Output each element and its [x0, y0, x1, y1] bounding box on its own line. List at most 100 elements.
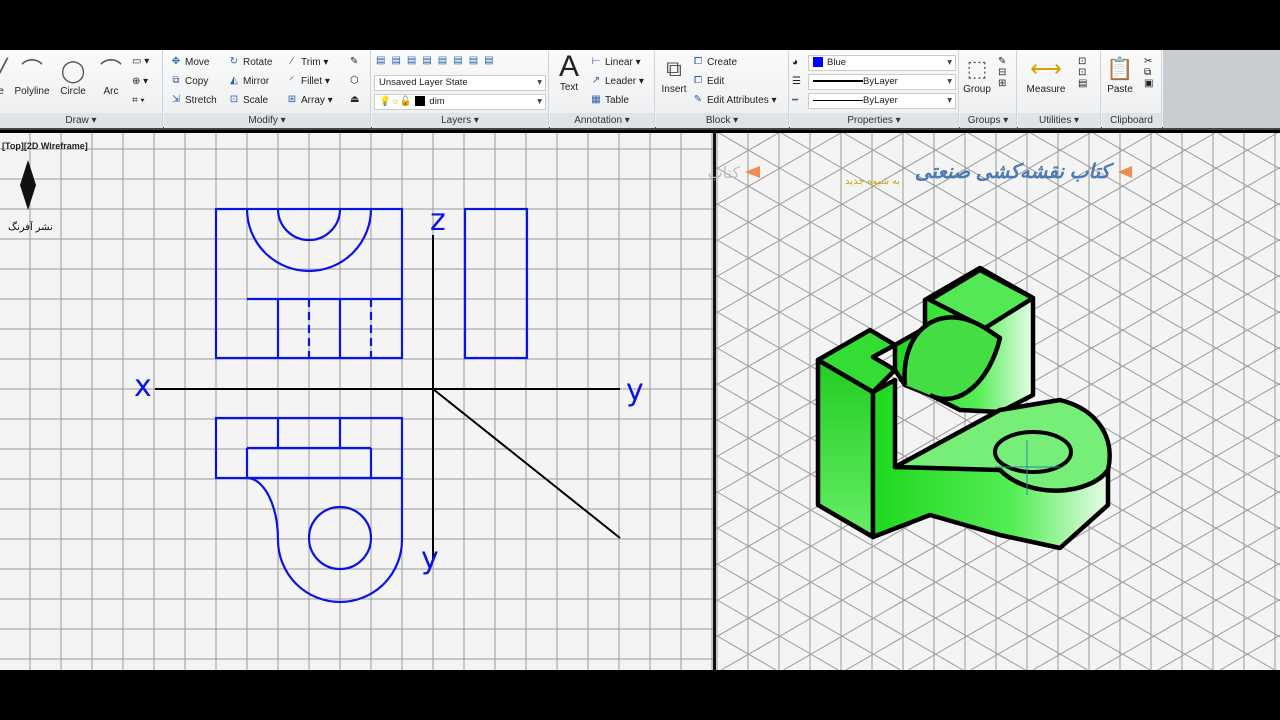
axis-label-y-right: y	[626, 373, 644, 408]
offset-icon[interactable]: ⏏	[350, 94, 359, 105]
rotate-icon: ↻	[229, 56, 239, 67]
erase-icon[interactable]: ✎	[350, 56, 358, 67]
utility-tools[interactable]: ⊡ ⊡ ▤	[1078, 56, 1087, 89]
utilities-panel-title[interactable]: Utilities ▾	[1018, 113, 1100, 128]
bulb-icon: 💡	[379, 96, 391, 107]
hatch-button[interactable]: ⊕ ▾	[132, 76, 148, 87]
watermark-title: کتاب نقشه‌کشی صنعتی	[915, 161, 1115, 183]
trim-button[interactable]: ⁄ Trim ▾	[286, 56, 328, 68]
axis-label-y-bottom: y	[421, 541, 439, 576]
left-viewport[interactable]	[0, 133, 713, 670]
layer-state-dropdown[interactable]: Unsaved Layer State	[374, 75, 546, 91]
arc-button[interactable]: ⌒ Arc	[94, 56, 128, 97]
modify-panel-title[interactable]: Modify ▾	[164, 113, 370, 128]
move-button[interactable]: ✥ Move	[170, 56, 210, 68]
polyline-icon: ⌒	[20, 58, 43, 83]
fillet-icon: ◜	[290, 75, 294, 86]
edit-block-button[interactable]: ⧠ Edit	[692, 75, 724, 87]
edit-icon: ⧠	[694, 75, 702, 86]
lineweight-icon: ☰	[792, 76, 801, 87]
polyline-button[interactable]: ⌒ Polyline	[12, 56, 52, 97]
stretch-icon: ⇲	[171, 94, 181, 105]
rotate-button[interactable]: ↻ Rotate	[228, 56, 273, 68]
group-icon: ⬚	[966, 56, 988, 81]
draw-panel: ╱ e ⌒ Polyline ◯ Circle ⌒ Arc ▭ ▾ ⊕ ▾ ⌗ ▾ Dr…	[0, 50, 163, 128]
measure-icon: ⟷	[1030, 56, 1062, 81]
scale-button[interactable]: ⊡ Scale	[228, 94, 268, 106]
measure-button[interactable]: ⟷ Measure	[1024, 54, 1068, 95]
insert-icon: ⧉	[666, 56, 682, 81]
linear-icon: ⊢	[591, 56, 601, 67]
linear-button[interactable]: ⊢ Linear ▾	[590, 56, 641, 68]
mirror-icon: ◭	[230, 75, 238, 86]
draw-panel-title[interactable]: Draw ▾	[0, 113, 162, 128]
axis-label-z: z	[430, 203, 446, 238]
group-button[interactable]: ⬚ Group	[961, 54, 993, 95]
text-button[interactable]: A Text	[554, 50, 584, 94]
layers-panel: ▤▤▤▤▤▤▤▤ Unsaved Layer State 💡☼🔓dim Laye…	[372, 50, 549, 128]
lock-icon: 🔓	[399, 96, 412, 107]
block-panel-title[interactable]: Block ▾	[656, 113, 788, 128]
scale-icon: ⊡	[229, 94, 239, 105]
ribbon: ╱ e ⌒ Polyline ◯ Circle ⌒ Arc ▭ ▾ ⊕ ▾ ⌗ ▾ Dr…	[0, 50, 1280, 130]
create-block-button[interactable]: ⧠ Create	[692, 56, 737, 68]
create-icon: ⧠	[694, 56, 702, 67]
svg-text:کتاب: کتاب	[708, 165, 741, 182]
edit-attributes-button[interactable]: ✎ Edit Attributes ▾	[692, 94, 777, 106]
layers-panel-title[interactable]: Layers ▾	[372, 113, 548, 128]
svg-text:نشر آفرنگ: نشر آفرنگ	[8, 220, 53, 233]
move-icon: ✥	[171, 56, 181, 67]
leader-icon: ↗	[591, 75, 601, 86]
clipboard-panel: 📋 Paste ✂ ⧉ ▣ Clipboard	[1102, 50, 1162, 128]
circle-icon: ◯	[60, 58, 86, 83]
groups-panel-title[interactable]: Groups ▾	[960, 113, 1016, 128]
annotation-panel: A Text ⊢ Linear ▾ ↗ Leader ▾ ▦ Table Annotat…	[550, 50, 655, 128]
lineweight-dropdown[interactable]: ByLayer	[808, 74, 956, 90]
layer-tool-icons[interactable]: ▤▤▤▤▤▤▤▤	[376, 55, 500, 66]
line-button[interactable]: ╱ e	[0, 56, 8, 97]
text-icon: A	[558, 50, 579, 83]
edit-attributes-icon: ✎	[693, 94, 703, 105]
circle-button[interactable]: ◯ Circle	[56, 56, 90, 97]
annotation-panel-title[interactable]: Annotation ▾	[550, 113, 654, 128]
modify-panel: ✥ Move ↻ Rotate ⁄ Trim ▾ ⧉ Copy ◭ Mirror ◜ Fil…	[164, 50, 371, 128]
axis-label-x: x	[134, 369, 152, 404]
stretch-button[interactable]: ⇲ Stretch	[170, 94, 217, 106]
ribbon-empty-area	[1163, 50, 1280, 128]
fillet-button[interactable]: ◜ Fillet ▾	[286, 75, 330, 87]
color-dropdown[interactable]: Blue	[808, 55, 956, 71]
watermark-subtitle: به شیوه جدید	[845, 176, 900, 187]
clipboard-tools[interactable]: ✂ ⧉ ▣	[1144, 56, 1153, 89]
leader-button[interactable]: ↗ Leader ▾	[590, 75, 644, 87]
sun-icon: ☼	[390, 96, 400, 107]
groups-panel: ⬚ Group ✎ ⊟ ⊞ Groups ▾	[960, 50, 1017, 128]
drawing-canvas[interactable]: x y z y [Top][2D Wireframe] نشر آفرنگ کت…	[0, 133, 1280, 670]
table-button[interactable]: ▦ Table	[590, 94, 629, 106]
array-icon: ⊞	[287, 94, 297, 105]
table-icon: ▦	[591, 94, 601, 105]
arc-icon: ⌒	[99, 58, 122, 83]
trim-icon: ⁄	[291, 56, 293, 67]
explode-icon[interactable]: ⬡	[350, 75, 359, 86]
boundary-button[interactable]: ⌗ ▾	[132, 95, 145, 106]
properties-panel: ◕ Blue ☰ ByLayer ┅ ByLayer Properties ▾	[790, 50, 959, 128]
block-panel: ⧉ Insert ⧠ Create ⧠ Edit ✎ Edit Attributes ▾…	[656, 50, 789, 128]
drawing-viewports[interactable]: x y z y [Top][2D Wireframe] نشر آفرنگ کت…	[0, 133, 1280, 670]
mirror-button[interactable]: ◭ Mirror	[228, 75, 269, 87]
paste-button[interactable]: 📋 Paste	[1104, 54, 1136, 95]
insert-button[interactable]: ⧉ Insert	[658, 54, 690, 95]
array-button[interactable]: ⊞ Array ▾	[286, 94, 333, 106]
utilities-panel: ⟷ Measure ⊡ ⊡ ▤ Utilities ▾	[1018, 50, 1101, 128]
clipboard-panel-title[interactable]: Clipboard	[1102, 113, 1161, 128]
paste-icon: 📋	[1106, 56, 1134, 81]
copy-button[interactable]: ⧉ Copy	[170, 75, 208, 87]
label: Polyline	[14, 86, 50, 97]
viewport-label[interactable]: [Top][2D Wireframe]	[2, 141, 88, 151]
layer-dropdown[interactable]: 💡☼🔓 dim	[374, 94, 546, 110]
color-swatch	[813, 57, 823, 68]
rectangle-button[interactable]: ▭ ▾	[132, 56, 149, 67]
label: Circle	[60, 86, 86, 97]
linetype-dropdown[interactable]: ByLayer	[808, 93, 956, 109]
properties-panel-title[interactable]: Properties ▾	[790, 113, 958, 128]
group-tools[interactable]: ✎ ⊟ ⊞	[998, 56, 1006, 89]
